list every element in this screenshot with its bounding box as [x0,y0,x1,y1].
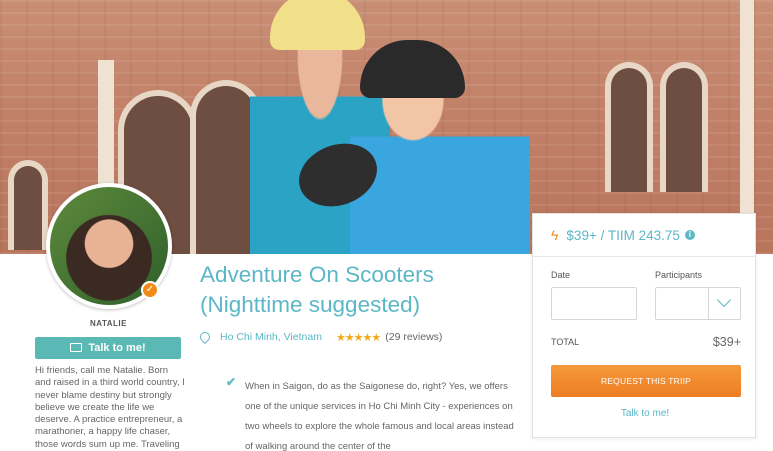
arch-window [660,62,708,192]
select-divider [708,288,709,319]
chat-icon [70,343,83,352]
location-row: Ho Chi Minh, Vietnam ★★★★★ (29 reviews) [197,329,442,345]
talk-to-me-link[interactable]: Talk to me! [533,408,757,419]
lightning-icon: ϟ [551,227,559,243]
review-count[interactable]: (29 reviews) [385,331,442,343]
request-trip-button[interactable]: REQUEST THIS TRIIP [551,365,741,397]
total-label: TOTAL [551,337,580,347]
total-value: $39+ [712,335,741,349]
talk-button-label: Talk to me! [88,342,146,354]
date-input[interactable] [551,287,637,320]
participants-select[interactable] [655,287,741,320]
chevron-down-icon[interactable] [716,292,732,308]
participants-label: Participants [655,270,703,280]
price-header: ϟ $39+ / TIIM 243.75 i [533,214,755,257]
map-pin-icon [197,329,213,345]
booking-card: ϟ $39+ / TIIM 243.75 i Date Participants… [532,213,756,438]
arch-window [605,62,653,192]
host-name: NATALIE [90,319,127,328]
date-label: Date [551,270,571,280]
price-text: $39+ / TIIM 243.75 [566,227,680,243]
verified-badge-icon: ✓ [141,281,159,299]
info-icon[interactable]: i [684,230,695,240]
check-icon: ✔ [226,375,237,389]
rating-stars: ★★★★★ [335,331,381,344]
trip-description: When in Saigon, do as the Saigonese do, … [245,381,514,451]
host-bio: Hi friends, call me Natalie. Born and ra… [35,365,185,450]
talk-to-me-button[interactable]: Talk to me! [35,337,181,359]
trip-title: Adventure On Scooters (Nighttime suggest… [200,262,434,317]
arch-window [8,160,48,250]
trip-location[interactable]: Ho Chi Minh, Vietnam [220,331,322,343]
